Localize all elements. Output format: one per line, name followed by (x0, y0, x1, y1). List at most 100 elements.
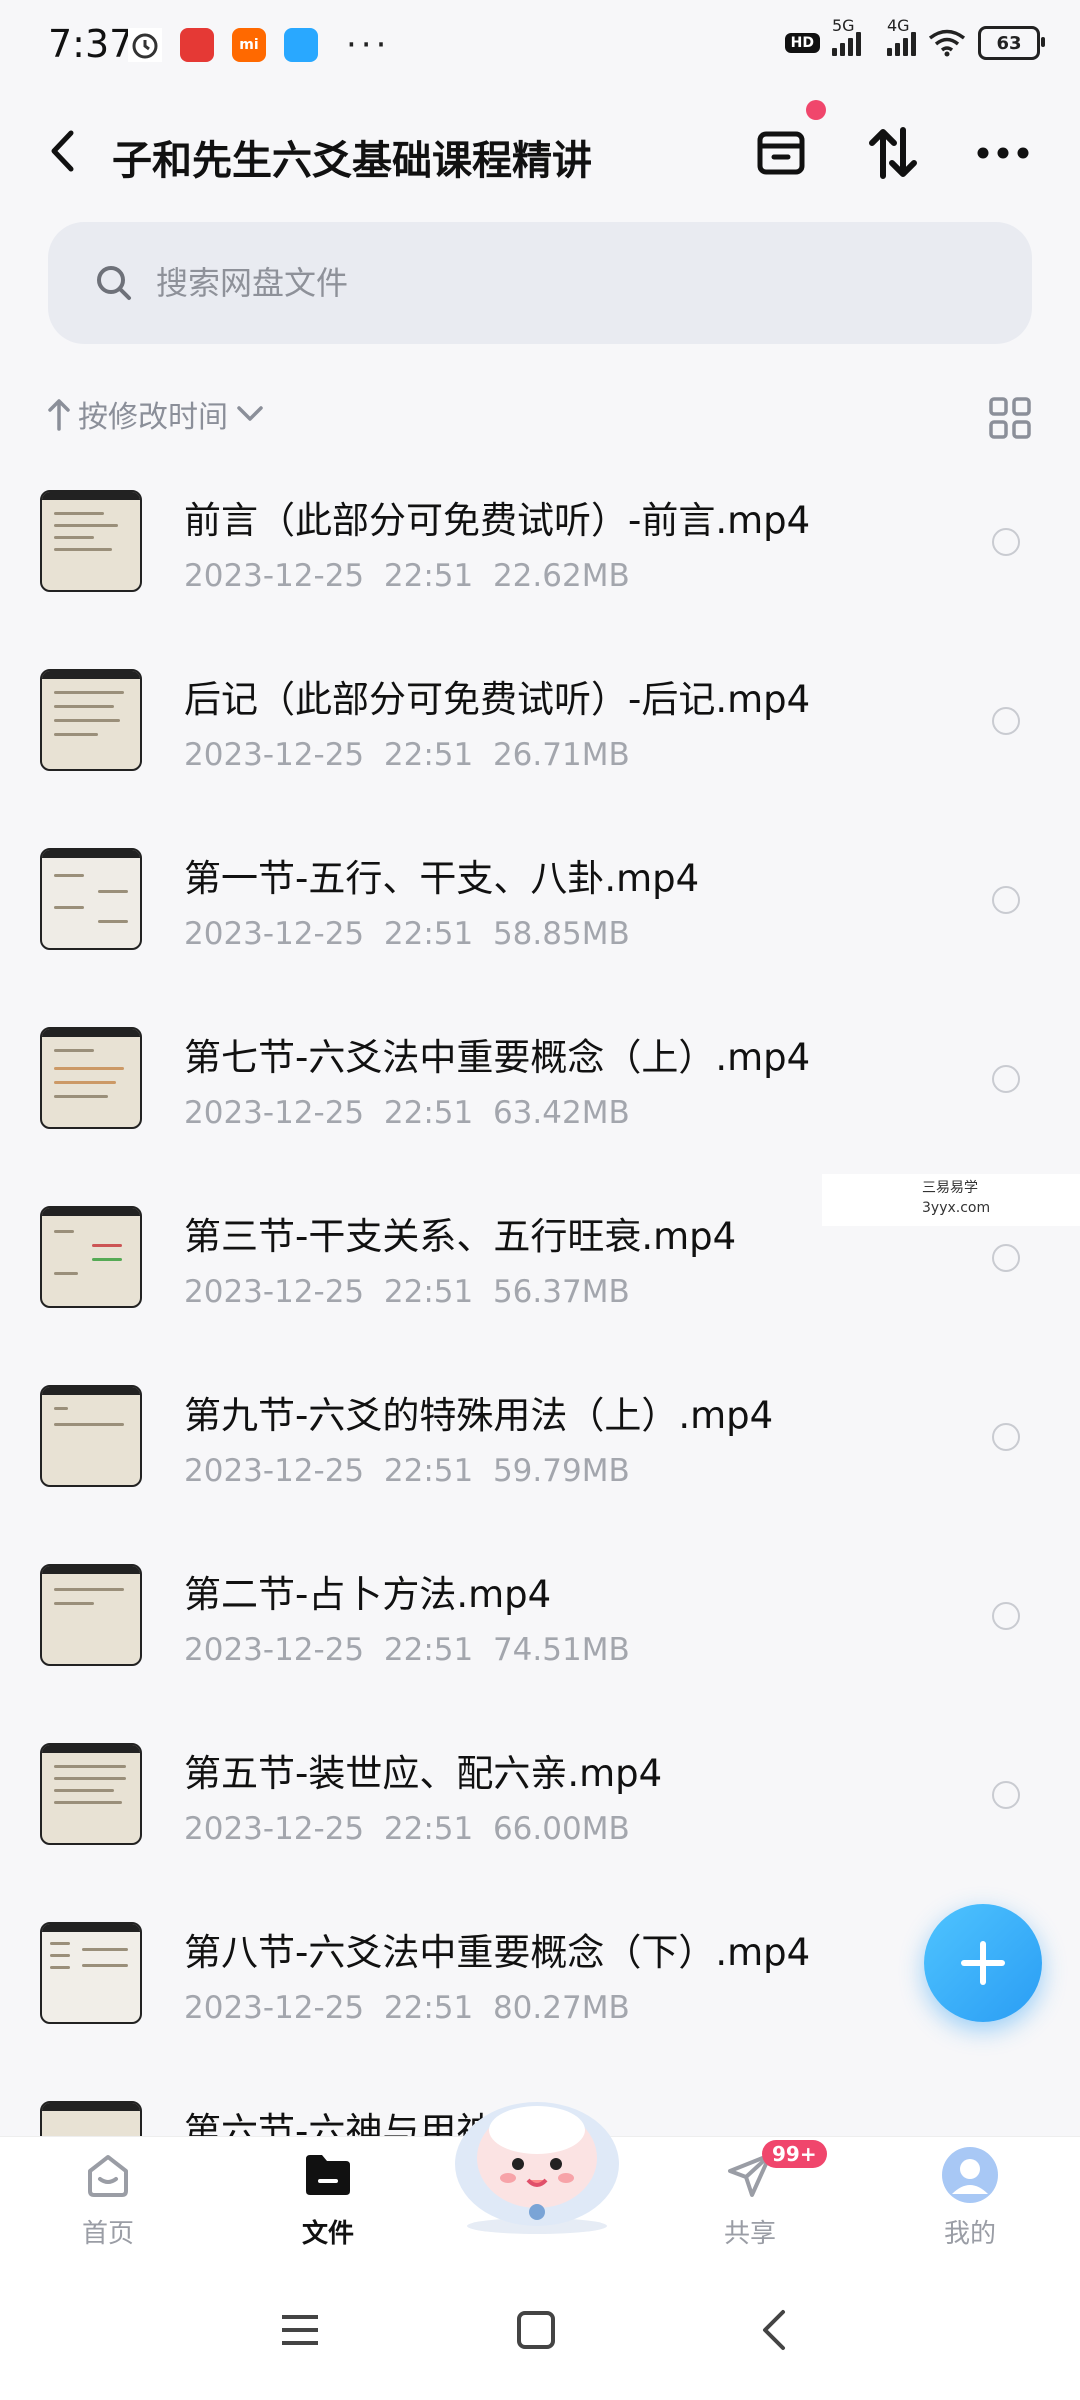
mascot-button[interactable] (442, 2086, 632, 2236)
menu-button[interactable] (272, 2302, 328, 2358)
select-checkbox[interactable] (992, 1781, 1020, 1809)
file-date: 2023-12-25 (184, 737, 365, 773)
folder-icon (298, 2145, 358, 2205)
battery-icon: 63 (978, 26, 1045, 60)
wifi-icon (928, 29, 966, 57)
square-icon (517, 2311, 555, 2349)
more-notifications-icon: ··· (346, 25, 391, 65)
file-meta: 2023-12-25 22:51 22.62MB (184, 558, 630, 594)
nav-home-label: 首页 (81, 2219, 134, 2249)
list-item[interactable]: 后记（此部分可免费试听）-后记.mp4 2023-12-25 22:51 26.… (0, 649, 1080, 828)
list-item[interactable]: 第七节-六爻法中重要概念（上）.mp4 2023-12-25 22:51 63.… (0, 1007, 1080, 1186)
file-date: 2023-12-25 (184, 1095, 365, 1131)
alarm-clock-icon (128, 28, 162, 62)
file-time: 22:51 (383, 916, 474, 952)
file-name: 第二节-占卜方法.mp4 (184, 1573, 552, 1616)
status-right: HD 5G 4G 63 (784, 16, 1045, 60)
video-thumbnail (40, 1385, 142, 1487)
search-input[interactable] (154, 263, 958, 303)
file-meta: 2023-12-25 22:51 59.79MB (184, 1453, 630, 1489)
video-thumbnail (40, 1564, 142, 1666)
list-item[interactable]: 第一节-五行、干支、八卦.mp4 2023-12-25 22:51 58.85M… (0, 828, 1080, 1007)
file-name: 第八节-六爻法中重要概念（下）.mp4 (184, 1931, 811, 1974)
file-meta: 2023-12-25 22:51 66.00MB (184, 1811, 630, 1847)
status-bar: 7:37 mi ··· HD 5G 4G 63 (0, 0, 1080, 92)
video-thumbnail (40, 848, 142, 950)
sort-by-modified-button[interactable]: 按修改时间 (48, 392, 264, 436)
video-thumbnail (40, 1743, 142, 1845)
file-name: 第五节-装世应、配六亲.mp4 (184, 1752, 663, 1795)
signal-4g-icon: 4G (887, 16, 916, 56)
list-item[interactable]: 第五节-装世应、配六亲.mp4 2023-12-25 22:51 66.00MB (0, 1723, 1080, 1902)
file-meta: 2023-12-25 22:51 58.85MB (184, 916, 630, 952)
menu-icon (282, 2315, 318, 2345)
list-item[interactable]: 第九节-六爻的特殊用法（上）.mp4 2023-12-25 22:51 59.7… (0, 1365, 1080, 1544)
file-date: 2023-12-25 (184, 558, 365, 594)
share-badge: 99+ (762, 2140, 827, 2168)
list-item[interactable]: 前言（此部分可免费试听）-前言.mp4 2023-12-25 22:51 22.… (0, 470, 1080, 649)
file-meta: 2023-12-25 22:51 63.42MB (184, 1095, 630, 1131)
watermark-line1: 三易易学 (922, 1180, 978, 1196)
mascot-icon (455, 2102, 619, 2234)
file-name: 后记（此部分可免费试听）-后记.mp4 (184, 678, 811, 721)
back-button[interactable] (42, 126, 82, 176)
sort-row: 按修改时间 (48, 392, 1032, 444)
video-thumbnail (40, 1027, 142, 1129)
file-name: 前言（此部分可免费试听）-前言.mp4 (184, 499, 811, 542)
system-back-button[interactable] (746, 2302, 802, 2358)
video-thumbnail (40, 1922, 142, 2024)
box-icon (757, 131, 805, 175)
file-size: 58.85MB (492, 916, 630, 952)
nav-home[interactable]: 首页 (38, 2145, 178, 2250)
select-checkbox[interactable] (992, 1423, 1020, 1451)
file-list: 前言（此部分可免费试听）-前言.mp4 2023-12-25 22:51 22.… (0, 470, 1080, 2260)
file-size: 56.37MB (492, 1274, 630, 1310)
file-meta: 2023-12-25 22:51 74.51MB (184, 1632, 630, 1668)
arrow-up-icon (48, 399, 70, 431)
search-bar[interactable] (48, 222, 1032, 344)
chevron-down-icon (237, 406, 263, 421)
file-meta: 2023-12-25 22:51 56.37MB (184, 1274, 630, 1310)
nav-me[interactable]: 我的 (900, 2145, 1040, 2250)
network-5g-label: 5G (832, 16, 855, 35)
file-date: 2023-12-25 (184, 916, 365, 952)
file-size: 63.42MB (492, 1095, 630, 1131)
home-button[interactable] (508, 2302, 564, 2358)
nav-files[interactable]: 文件 (258, 2145, 398, 2250)
file-time: 22:51 (383, 1453, 474, 1489)
nav-me-label: 我的 (943, 2219, 996, 2249)
sort-label: 按修改时间 (78, 400, 228, 435)
sort-toggle-button[interactable] (864, 124, 922, 182)
grid-view-button[interactable] (988, 396, 1032, 440)
select-checkbox[interactable] (992, 886, 1020, 914)
add-button[interactable] (924, 1904, 1042, 2022)
watermark-line2: 3yyx.com (922, 1200, 991, 1216)
file-name: 第九节-六爻的特殊用法（上）.mp4 (184, 1394, 774, 1437)
select-checkbox[interactable] (992, 1244, 1020, 1272)
video-thumbnail (40, 1206, 142, 1308)
plus-icon (961, 1941, 1005, 1985)
more-horizontal-icon (977, 147, 1029, 159)
select-checkbox[interactable] (992, 707, 1020, 735)
status-time: 7:37 (48, 22, 134, 66)
signal-5g-icon: 5G (832, 16, 861, 56)
file-size: 80.27MB (492, 1990, 630, 2026)
system-navigation-bar (0, 2260, 1080, 2400)
select-checkbox[interactable] (992, 1065, 1020, 1093)
list-item[interactable]: 第八节-六爻法中重要概念（下）.mp4 2023-12-25 22:51 80.… (0, 1902, 1080, 2081)
avatar (940, 2145, 1000, 2205)
list-item[interactable]: 第二节-占卜方法.mp4 2023-12-25 22:51 74.51MB (0, 1544, 1080, 1723)
transfer-list-button[interactable] (752, 124, 810, 182)
file-date: 2023-12-25 (184, 1990, 365, 2026)
back-arrow-icon (763, 2310, 785, 2350)
select-checkbox[interactable] (992, 1602, 1020, 1630)
select-checkbox[interactable] (992, 528, 1020, 556)
search-icon (92, 261, 136, 305)
more-options-button[interactable] (974, 124, 1032, 182)
chevron-left-icon (51, 130, 74, 172)
file-time: 22:51 (383, 1632, 474, 1668)
file-date: 2023-12-25 (184, 1811, 365, 1847)
grid-icon (989, 397, 1031, 439)
home-icon (78, 2145, 138, 2205)
file-date: 2023-12-25 (184, 1453, 365, 1489)
